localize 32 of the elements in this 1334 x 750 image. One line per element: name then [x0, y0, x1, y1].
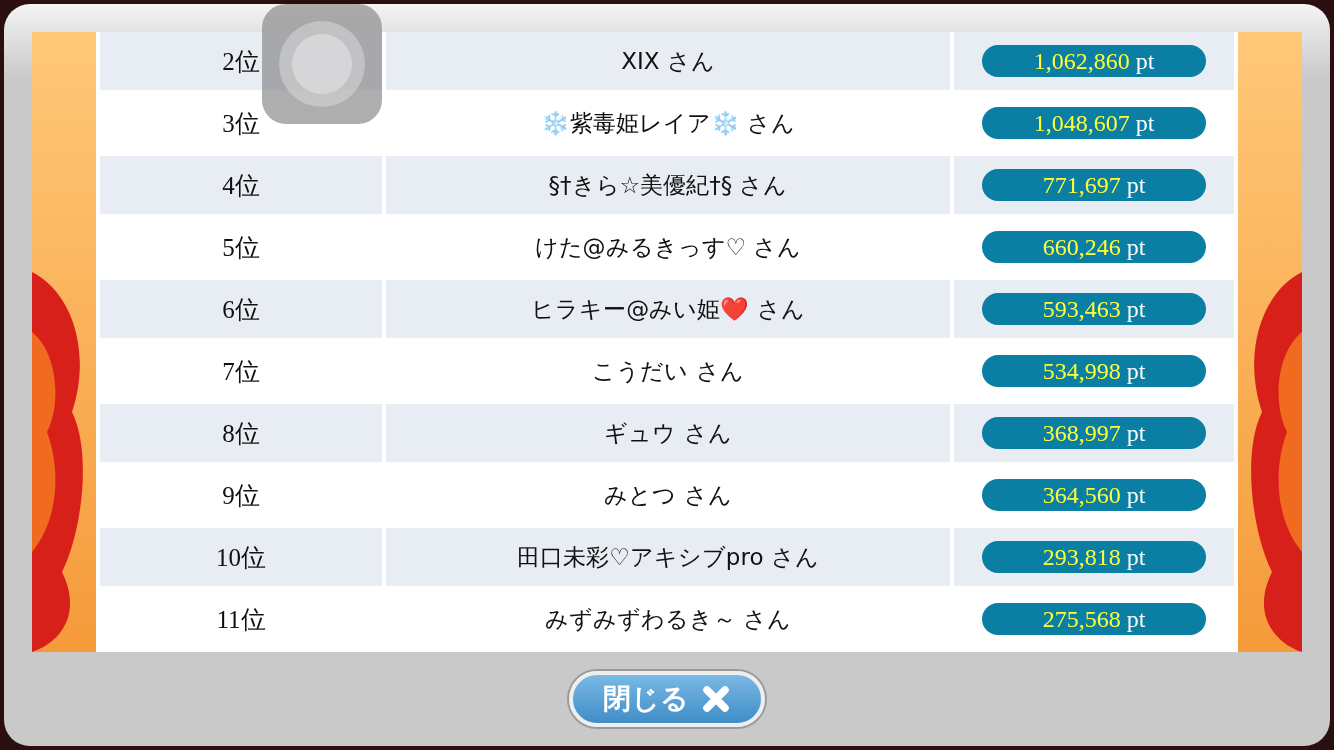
points-badge: 293,818 pt [982, 541, 1206, 573]
player-name-cell: XIX さん [386, 32, 950, 90]
player-name-cell-text: けた@みるきっす♡ さん [533, 232, 803, 262]
player-name-cell: 田口未彩♡アキシブpro さん [386, 528, 950, 586]
points-badge: 275,568 pt [982, 603, 1206, 635]
rank-cell-text: 7位 [221, 356, 261, 387]
assistive-touch-button[interactable] [262, 4, 382, 124]
player-name-cell-text: みずみずわるき～ さん [543, 604, 793, 634]
points-badge: 1,062,860 pt [982, 45, 1206, 77]
points-badge: 368,997 pt [982, 417, 1206, 449]
player-name-cell-text: ❄紫毒姫レイア❄ さん [539, 108, 797, 138]
rank-cell-text: 9位 [221, 480, 261, 511]
points-badge: 771,697 pt [982, 169, 1206, 201]
close-button[interactable]: 閉じる [569, 671, 765, 727]
player-name-cell: ギュウ さん [386, 404, 950, 462]
points-badge: 364,560 pt [982, 479, 1206, 511]
player-name-cell-text: こうだい さん [591, 356, 745, 386]
rank-cell: 4位 [100, 156, 382, 214]
points-badge: 660,246 pt [982, 231, 1206, 263]
rank-cell-text: 5位 [221, 232, 261, 263]
rank-cell: 8位 [100, 404, 382, 462]
rank-cell: 10位 [100, 528, 382, 586]
points-badge: 534,998 pt [982, 355, 1206, 387]
rank-cell: 6位 [100, 280, 382, 338]
player-name-cell-text: みとつ さん [603, 480, 733, 510]
rank-cell-text: 3位 [221, 108, 261, 139]
player-name-cell: ヒラキー@みい姫❤ さん [386, 280, 950, 338]
points-badge: 1,048,607 pt [982, 107, 1206, 139]
rank-cell-text: 11位 [215, 604, 267, 635]
points-badge: 593,463 pt [982, 293, 1206, 325]
close-icon [701, 684, 731, 714]
player-name-cell: §†きら☆美優紀†§ さん [386, 156, 950, 214]
